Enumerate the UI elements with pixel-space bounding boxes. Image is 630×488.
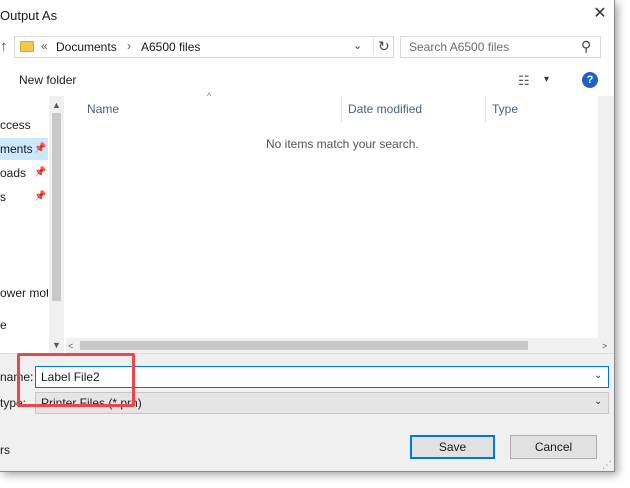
hide-folders-toggle[interactable]: rs [0, 443, 10, 457]
search-icon: ⚲ [581, 38, 592, 54]
filetype-dropdown-icon[interactable]: ⌄ [594, 396, 602, 407]
filetype-select[interactable]: Printer Files (*.prn) [35, 392, 609, 414]
breadcrumb-documents[interactable]: Documents [56, 40, 117, 54]
window-title: Output As [0, 8, 58, 23]
breadcrumb-separator-icon: › [127, 39, 131, 53]
pin-icon: 📌 [34, 167, 47, 178]
sidebar-item-label: ower mot [0, 286, 48, 300]
up-arrow-icon[interactable]: ↑ [0, 38, 8, 55]
save-button[interactable]: Save [410, 435, 495, 459]
address-dropdown-icon[interactable]: ⌄ [353, 39, 362, 52]
sidebar-item-quick-access[interactable]: ccess [0, 114, 48, 136]
view-options-icon[interactable]: ☷ [518, 73, 530, 89]
scroll-up-icon[interactable]: ▲ [52, 100, 61, 110]
sidebar-scroll-thumb[interactable] [52, 113, 61, 301]
scroll-left-icon[interactable]: < [68, 341, 73, 351]
search-input[interactable]: Search A6500 files ⚲ [400, 36, 601, 58]
sidebar-item-e[interactable]: e [0, 314, 48, 336]
breadcrumb-overflow-icon[interactable]: « [41, 39, 48, 53]
refresh-icon[interactable]: ↻ [373, 38, 390, 55]
breadcrumb-a6500-files[interactable]: A6500 files [141, 40, 200, 54]
scroll-down-icon[interactable]: ▼ [52, 340, 61, 350]
sidebar-item-label: oads [0, 166, 27, 180]
column-header-type[interactable]: Type [492, 102, 518, 116]
empty-list-message: No items match your search. [266, 137, 419, 151]
sidebar-item-label: s [0, 190, 6, 204]
column-divider[interactable] [485, 96, 486, 122]
pin-icon: 📌 [34, 191, 47, 202]
view-dropdown-icon[interactable]: ▾ [544, 74, 549, 85]
scroll-right-icon[interactable]: > [602, 341, 607, 351]
resize-grip-icon[interactable]: ⋰ [602, 460, 612, 471]
filename-label: name: [0, 370, 34, 384]
column-divider[interactable] [341, 96, 342, 122]
filelist-vertical-scrollbar[interactable] [598, 96, 614, 353]
column-header-date-modified[interactable]: Date modified [348, 102, 422, 116]
new-folder-button[interactable]: New folder [19, 73, 76, 87]
pin-icon: 📌 [34, 143, 47, 154]
cancel-button[interactable]: Cancel [510, 435, 597, 459]
help-icon[interactable]: ? [582, 72, 598, 88]
folder-icon [20, 41, 34, 52]
sidebar-item-label: e [0, 318, 7, 332]
filename-input[interactable] [35, 366, 609, 388]
filetype-label: type: [0, 396, 27, 410]
filename-dropdown-icon[interactable]: ⌄ [594, 370, 602, 381]
column-header-name[interactable]: Name [87, 102, 119, 116]
close-icon[interactable]: ✕ [590, 4, 610, 24]
address-bar[interactable]: « Documents › A6500 files ⌄ ↻ [14, 36, 394, 58]
sidebar-item-label: ccess [0, 118, 31, 132]
sidebar-item-power-mot[interactable]: ower mot [0, 282, 48, 304]
sort-ascending-icon: ^ [207, 91, 212, 101]
horizontal-scroll-thumb[interactable] [80, 341, 528, 350]
search-placeholder: Search A6500 files [409, 40, 510, 54]
sidebar-item-label: ments [0, 142, 33, 156]
save-dialog: Output As ✕ ↑ « Documents › A6500 files … [0, 0, 615, 472]
